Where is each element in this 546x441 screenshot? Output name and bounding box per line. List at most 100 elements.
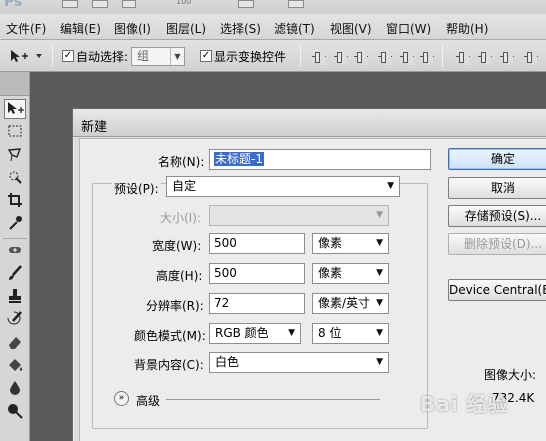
menu-bar: 文件(F) 编辑(E) 图像(I) 图层(L) 选择(S) 滤镜(T) 视图(V… <box>0 14 546 40</box>
chevron-down-icon: ▼ <box>387 181 394 191</box>
tools-panel-header[interactable] <box>0 72 29 96</box>
distribute-vertical-center-icon[interactable] <box>478 51 492 63</box>
menu-select[interactable]: 选择(S) <box>220 20 261 37</box>
auto-select-mode-dropdown[interactable]: 组 ▼ <box>131 47 185 66</box>
bridge-button[interactable] <box>62 0 78 8</box>
save-preset-button[interactable]: 存储预设(S)... <box>448 205 546 227</box>
background-dropdown[interactable]: 白色 ▼ <box>209 352 389 373</box>
mini-bridge-button[interactable] <box>92 0 108 8</box>
clone-stamp-tool-icon[interactable] <box>4 287 26 307</box>
screen-mode-button[interactable] <box>288 0 304 8</box>
options-bar: ✓ 自动选择: 组 ▼ ✓ 显示变换控件 <box>0 40 546 72</box>
blur-tool-icon[interactable] <box>4 379 26 399</box>
bit-depth-dropdown[interactable]: 8 位 ▼ <box>312 323 389 344</box>
menu-view[interactable]: 视图(V) <box>330 20 372 37</box>
menu-help[interactable]: 帮助(H) <box>446 20 488 37</box>
align-vertical-center-icon[interactable] <box>334 51 348 63</box>
move-tool-icon[interactable] <box>4 99 26 119</box>
align-horizontal-center-icon[interactable] <box>400 51 414 63</box>
separator <box>52 45 53 67</box>
app-bar: Ps 100 <box>0 0 546 14</box>
resolution-label: 分辨率(R): <box>146 299 204 313</box>
align-bottom-icon[interactable] <box>354 51 368 63</box>
resolution-value: 72 <box>214 296 230 310</box>
dialog-title: 新建 <box>81 120 108 135</box>
photoshop-logo: Ps <box>4 0 23 10</box>
color-mode-dropdown[interactable]: RGB 颜色 ▼ <box>209 323 301 344</box>
menu-image[interactable]: 图像(I) <box>114 20 151 37</box>
dodge-tool-icon[interactable] <box>4 402 26 422</box>
view-extras-button[interactable] <box>122 0 136 8</box>
brush-tool-icon[interactable] <box>4 264 26 284</box>
chevron-down-icon: ▼ <box>376 238 383 248</box>
preset-value: 自定 <box>172 179 197 193</box>
separator <box>3 238 27 239</box>
width-unit-value: 像素 <box>318 236 343 250</box>
eraser-tool-icon[interactable] <box>4 333 26 353</box>
chevron-double-down-icon[interactable]: » <box>114 391 129 406</box>
name-value: 未标题-1 <box>214 152 264 166</box>
menu-layer[interactable]: 图层(L) <box>166 20 206 37</box>
width-value: 500 <box>214 236 237 250</box>
height-label: 高度(H): <box>156 269 203 283</box>
arrange-documents-button[interactable] <box>238 0 254 8</box>
menu-filter[interactable]: 滤镜(T) <box>274 20 315 37</box>
background-value: 白色 <box>215 355 240 369</box>
history-brush-tool-icon[interactable] <box>4 310 26 330</box>
chevron-down-icon: ▼ <box>376 210 383 220</box>
size-dropdown[interactable]: ▼ <box>209 205 389 226</box>
align-left-icon[interactable] <box>378 51 392 63</box>
distribute-top-icon[interactable] <box>456 51 470 63</box>
show-transform-label: 显示变换控件 <box>214 50 287 64</box>
height-value: 500 <box>214 266 237 280</box>
chevron-down-icon: ▼ <box>376 268 383 278</box>
menu-window[interactable]: 窗口(W) <box>386 20 431 37</box>
resolution-unit-dropdown[interactable]: 像素/英寸 ▼ <box>312 293 389 314</box>
width-unit-dropdown[interactable]: 像素 ▼ <box>312 233 389 254</box>
size-label: 大小(I): <box>160 211 201 225</box>
chevron-down-icon: ▼ <box>170 48 184 65</box>
width-input[interactable]: 500 <box>209 233 305 254</box>
resolution-unit-value: 像素/英寸 <box>318 296 371 310</box>
dialog-titlebar[interactable]: 新建 <box>73 109 546 137</box>
image-size-label: 图像大小: <box>484 368 537 382</box>
preset-label: 预设(P): <box>112 180 161 197</box>
auto-select-label: 自动选择: <box>76 50 129 64</box>
chevron-down-icon: ▼ <box>288 328 295 338</box>
crop-tool-icon[interactable] <box>4 191 26 211</box>
name-input[interactable]: 未标题-1 <box>209 149 431 170</box>
height-input[interactable]: 500 <box>209 263 305 284</box>
chevron-down-icon: ▼ <box>376 328 383 338</box>
marquee-tool-icon[interactable] <box>4 122 26 142</box>
quick-selection-tool-icon[interactable] <box>4 168 26 188</box>
height-unit-dropdown[interactable]: 像素 ▼ <box>312 263 389 284</box>
name-label: 名称(N): <box>158 155 205 169</box>
zoom-level[interactable]: 100 <box>176 0 191 6</box>
menu-file[interactable]: 文件(F) <box>6 20 46 37</box>
background-label: 背景内容(C): <box>134 358 204 372</box>
advanced-label[interactable]: 高级 <box>136 392 160 409</box>
device-central-button[interactable]: Device Central(E)... <box>448 279 546 301</box>
menu-edit[interactable]: 编辑(E) <box>60 20 101 37</box>
resolution-input[interactable]: 72 <box>209 293 305 314</box>
ok-button[interactable]: 确定 <box>448 148 546 170</box>
separator <box>300 45 301 67</box>
distribute-left-icon[interactable] <box>524 51 538 63</box>
chevron-down-icon: ▼ <box>376 298 383 308</box>
separator <box>442 45 443 67</box>
align-right-icon[interactable] <box>420 51 434 63</box>
delete-preset-button[interactable]: 删除预设(D)... <box>448 233 546 255</box>
auto-select-mode-value: 组 <box>137 49 150 63</box>
auto-select-checkbox[interactable]: ✓ <box>62 50 74 62</box>
preset-dropdown[interactable]: 自定 ▼ <box>166 176 400 197</box>
healing-brush-tool-icon[interactable] <box>4 241 26 261</box>
cancel-button[interactable]: 取消 <box>448 177 546 199</box>
lasso-tool-icon[interactable] <box>4 145 26 165</box>
distribute-bottom-icon[interactable] <box>500 51 514 63</box>
tools-panel <box>0 72 30 441</box>
show-transform-checkbox[interactable]: ✓ <box>200 50 212 62</box>
move-tool-icon[interactable] <box>8 48 44 64</box>
paint-bucket-tool-icon[interactable] <box>4 356 26 376</box>
align-top-icon[interactable] <box>312 51 326 63</box>
eyedropper-tool-icon[interactable] <box>4 214 26 234</box>
